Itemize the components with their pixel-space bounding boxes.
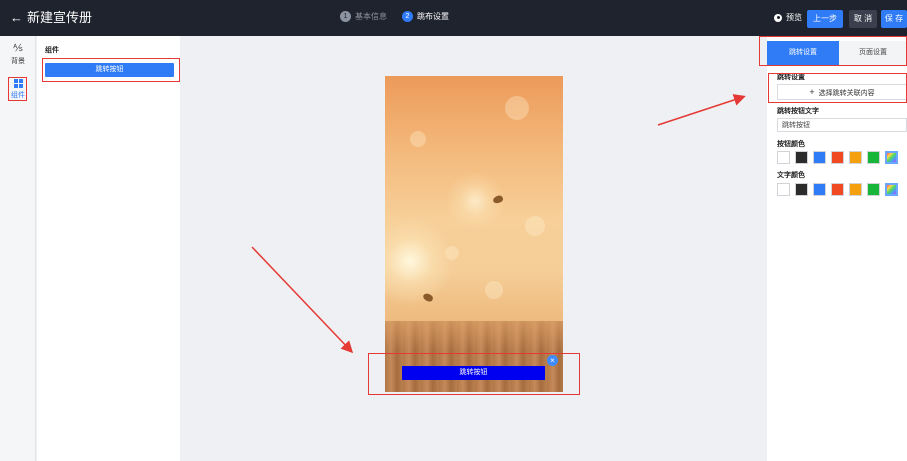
preview-label: 预览 (786, 13, 802, 22)
color-swatch-blue[interactable] (813, 183, 826, 196)
color-swatch-green[interactable] (867, 183, 880, 196)
eye-icon (774, 13, 782, 22)
annotation-box-canvas-button (368, 353, 580, 395)
background-icon: ⅍ (13, 43, 23, 54)
button-text-input[interactable] (777, 118, 907, 132)
step-label: 跳布设置 (417, 12, 449, 21)
component-panel: 组件 (37, 36, 180, 461)
text-color-label: 文字颜色 (777, 172, 805, 179)
step-number: 2 (402, 11, 413, 22)
back-button[interactable]: ← 新建宣传册 (10, 11, 92, 25)
page-preview[interactable] (385, 76, 563, 392)
custom-color-picker-icon[interactable] (885, 183, 898, 196)
step-basic-info[interactable]: 1 基本信息 (340, 11, 387, 22)
color-swatch-orange[interactable] (849, 183, 862, 196)
save-button[interactable]: 保 存 (881, 10, 907, 28)
rail-item-background[interactable]: ⅍ 背景 (0, 44, 36, 66)
cancel-button[interactable]: 取 消 (849, 10, 877, 28)
annotation-box-rail (8, 77, 27, 101)
design-canvas: 跳转按钮 × (181, 36, 766, 461)
button-color-label: 按钮颜色 (777, 141, 805, 148)
annotation-box-component (42, 58, 180, 82)
component-panel-title: 组件 (45, 47, 59, 54)
step-label: 基本信息 (355, 12, 387, 21)
color-swatch-white[interactable] (777, 151, 790, 164)
step-layout-settings[interactable]: 2 跳布设置 (402, 11, 449, 22)
annotation-box-jump-settings (768, 73, 907, 103)
preview-button[interactable]: 预览 (774, 12, 802, 23)
color-swatch-white[interactable] (777, 183, 790, 196)
color-swatch-orange[interactable] (849, 151, 862, 164)
color-swatch-black[interactable] (795, 151, 808, 164)
step-number: 1 (340, 11, 351, 22)
custom-color-picker-icon[interactable] (885, 151, 898, 164)
top-bar: ← 新建宣传册 1 基本信息 2 跳布设置 预览 上一步 取 消 保 存 (0, 0, 907, 36)
color-swatch-red[interactable] (831, 183, 844, 196)
rail-item-label: 背景 (11, 58, 25, 65)
color-swatch-blue[interactable] (813, 151, 826, 164)
annotation-box-tabs (759, 36, 907, 66)
prev-step-button[interactable]: 上一步 (807, 10, 843, 28)
color-swatch-red[interactable] (831, 151, 844, 164)
color-swatch-black[interactable] (795, 183, 808, 196)
button-text-label: 跳转按钮文字 (777, 108, 819, 115)
page-title: 新建宣传册 (27, 10, 93, 25)
arrow-left-icon: ← (10, 10, 23, 25)
color-swatch-green[interactable] (867, 151, 880, 164)
